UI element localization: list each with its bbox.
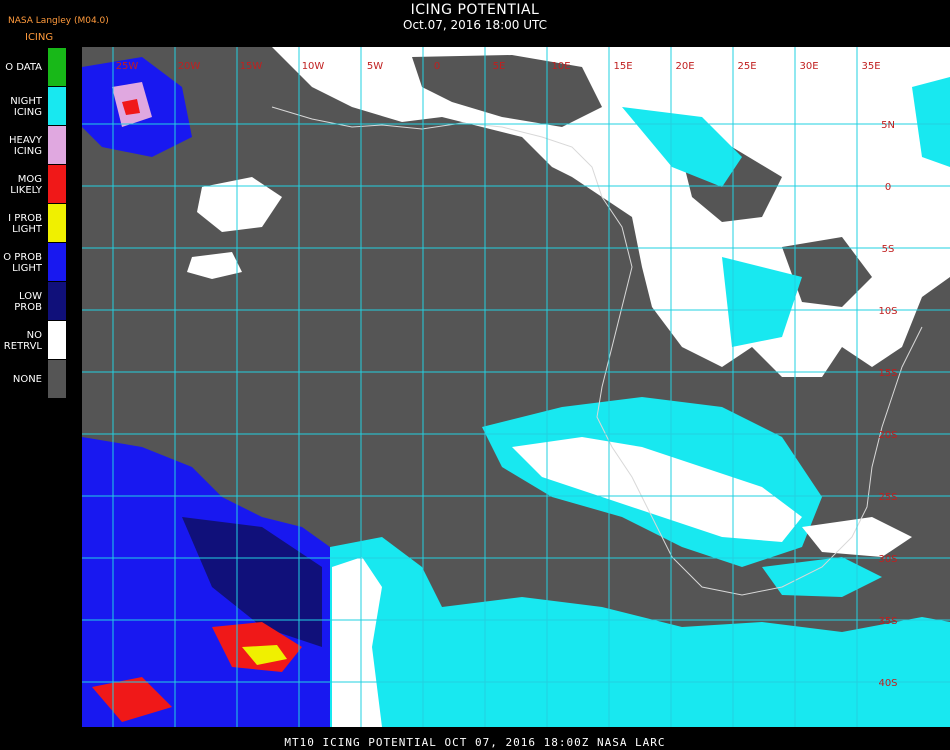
legend-swatch [48,360,66,399]
longitude-label: 10E [551,61,570,72]
legend-label: NONE [12,374,42,385]
latitude-label: 40S [878,678,897,689]
latitude-label: 15S [878,368,897,379]
longitude-label: 25W [116,61,139,72]
longitude-label: 0 [434,61,440,72]
chart-title: ICING POTENTIAL [410,2,540,18]
legend-item-none: NONE [0,360,66,399]
legend-label: HEAVY ICING [9,134,42,157]
chart-timestamp: Oct.07, 2016 18:00 UTC [403,18,547,32]
legend-swatch [48,165,66,204]
longitude-label: 5E [493,61,506,72]
legend-item-heavy-icing: HEAVY ICING [0,126,66,165]
legend-swatch [48,126,66,165]
latitude-label: 20S [878,430,897,441]
legend-item-lo-prob-light: O PROB LIGHT [0,243,66,282]
longitude-label: 15W [240,61,263,72]
legend-label: O DATA [5,62,42,73]
provider-label: NASA Langley (M04.0) [8,16,109,26]
longitude-label: 10W [302,61,325,72]
latitude-label: 25S [878,492,897,503]
legend-item-hi-prob-light: I PROB LIGHT [0,204,66,243]
legend-label: I PROB LIGHT [8,212,42,235]
legend-swatch [48,282,66,321]
legend-swatch [48,87,66,126]
latitude-label: 5N [881,120,895,131]
map-footer: MT10 ICING POTENTIAL OCT 07, 2016 18:00Z… [284,736,666,749]
legend-item-no-retrieval: NO RETRVL [0,321,66,360]
latitude-label: 5S [882,244,895,255]
legend-item-night-icing: NIGHT ICING [0,87,66,126]
legend-swatch [48,321,66,360]
latitude-label: 35S [878,616,897,627]
legend-item-mog-likely: MOG LIKELY [0,165,66,204]
latitude-label: 10S [878,306,897,317]
longitude-label: 15E [613,61,632,72]
longitude-label: 35E [861,61,880,72]
legend-label: MOG LIKELY [10,173,42,196]
longitude-label: 20E [675,61,694,72]
legend-item-low-prob: LOW PROB [0,282,66,321]
icing-legend: O DATA NIGHT ICING HEAVY ICING MOG LIKEL… [0,48,66,399]
icing-map: 25W 20W 15W 10W 5W 0 5E 10E 15E 20E 25E 30E 35E 5N 0 5S… [82,47,950,727]
longitude-label: 30E [799,61,818,72]
legend-swatch [48,243,66,282]
latitude-label: 30S [878,554,897,565]
longitude-label: 5W [367,61,383,72]
legend-title: ICING [25,32,54,43]
legend-item-no-data: O DATA [0,48,66,87]
legend-label: NIGHT ICING [10,95,42,118]
legend-label: LOW PROB [14,290,42,313]
latitude-label: 0 [885,182,891,193]
legend-swatch [48,48,66,87]
legend-swatch [48,204,66,243]
longitude-label: 20W [178,61,201,72]
legend-label: NO RETRVL [3,329,42,352]
legend-label: O PROB LIGHT [3,251,42,274]
longitude-label: 25E [737,61,756,72]
